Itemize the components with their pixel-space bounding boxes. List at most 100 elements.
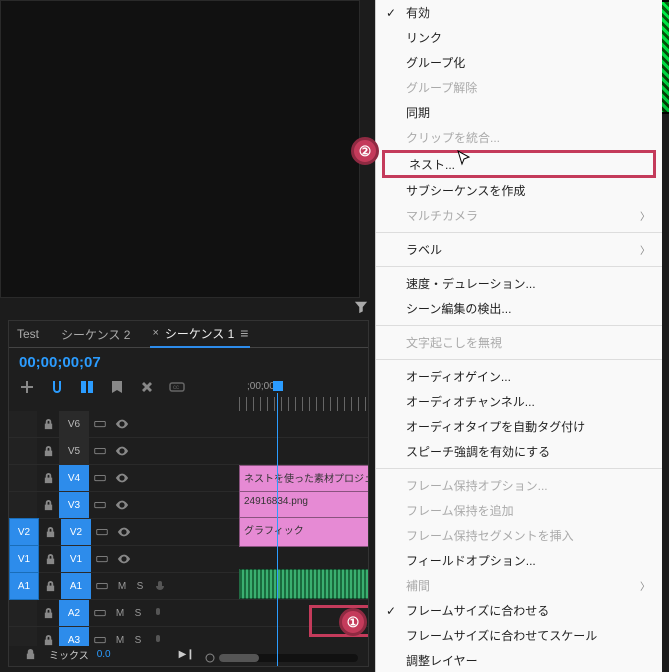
lock-icon[interactable] — [39, 527, 61, 538]
track-label[interactable]: A1 — [61, 573, 91, 599]
source-target[interactable] — [9, 627, 37, 646]
settings-icon[interactable] — [139, 379, 155, 395]
eye-icon[interactable] — [111, 498, 133, 512]
lock-icon[interactable] — [37, 608, 59, 619]
menu-merge: クリップを統合... — [376, 125, 662, 150]
playhead-handle[interactable] — [273, 381, 283, 391]
source-target[interactable] — [9, 600, 37, 626]
source-target[interactable]: V1 — [9, 545, 39, 573]
solo-button[interactable]: S — [131, 581, 149, 592]
eye-icon[interactable] — [111, 444, 133, 458]
source-target[interactable]: A1 — [9, 572, 39, 600]
voiceover-icon[interactable] — [149, 580, 171, 592]
track-label[interactable]: V5 — [59, 438, 89, 464]
mix-value[interactable]: 0.0 — [97, 649, 111, 660]
eye-icon[interactable] — [111, 471, 133, 485]
toggle-output-icon[interactable] — [89, 606, 111, 620]
playhead-line[interactable] — [277, 393, 278, 666]
lock-icon[interactable] — [37, 473, 59, 484]
lock-icon[interactable] — [37, 419, 59, 430]
lock-icon[interactable] — [37, 635, 59, 646]
menu-link[interactable]: リンク — [376, 25, 662, 50]
menu-adjlayer[interactable]: 調整レイヤー — [376, 648, 662, 672]
horizontal-scrollbar[interactable] — [219, 654, 358, 662]
menu-audiogain[interactable]: オーディオゲイン... — [376, 364, 662, 389]
time-ruler[interactable]: ;00;00 — [239, 381, 368, 411]
menu-scaleframe[interactable]: フレームサイズに合わせてスケール — [376, 623, 662, 648]
toggle-output-icon[interactable] — [89, 471, 111, 485]
voiceover-icon[interactable] — [147, 607, 169, 619]
menu-ungroup: グループ解除 — [376, 75, 662, 100]
panel-menu-icon[interactable]: ≡ — [240, 325, 248, 341]
eye-icon[interactable] — [111, 417, 133, 431]
menu-subsequence[interactable]: サブシーケンスを作成 — [376, 178, 662, 203]
mouse-cursor-icon — [457, 150, 473, 169]
menu-fitframe[interactable]: ✓フレームサイズに合わせる — [376, 598, 662, 623]
track-label[interactable]: A3 — [59, 627, 89, 646]
toggle-output-icon[interactable] — [89, 444, 111, 458]
menu-nest[interactable]: ネスト... — [382, 150, 656, 178]
solo-button[interactable]: S — [129, 608, 147, 619]
play-icon[interactable]: ▶❙ — [179, 649, 195, 660]
lock-icon[interactable] — [37, 446, 59, 457]
filter-icon[interactable] — [354, 300, 368, 314]
current-timecode[interactable]: 00;00;00;07 — [9, 348, 368, 377]
source-target[interactable] — [9, 411, 37, 437]
toggle-output-icon[interactable] — [89, 633, 111, 646]
menu-scenedetect[interactable]: シーン編集の検出... — [376, 296, 662, 321]
source-target[interactable] — [9, 492, 37, 518]
insert-icon[interactable] — [19, 379, 35, 395]
menu-fieldopt[interactable]: フィールドオプション... — [376, 548, 662, 573]
program-monitor — [0, 0, 360, 298]
close-icon[interactable]: × — [152, 327, 158, 339]
toggle-output-icon[interactable] — [91, 579, 113, 593]
track-label[interactable]: V4 — [59, 465, 89, 491]
toggle-output-icon[interactable] — [89, 498, 111, 512]
lock-icon[interactable] — [39, 554, 61, 565]
linked-selection-icon[interactable] — [79, 379, 95, 395]
menu-speed[interactable]: 速度・デュレーション... — [376, 271, 662, 296]
menu-speech[interactable]: スピーチ強調を有効にする — [376, 439, 662, 464]
track-label[interactable]: V6 — [59, 411, 89, 437]
annotation-badge-2: ② — [351, 137, 379, 165]
caption-icon[interactable]: cc — [169, 379, 185, 395]
menu-sync[interactable]: 同期 — [376, 100, 662, 125]
source-target[interactable] — [9, 465, 37, 491]
track-label[interactable]: A2 — [59, 600, 89, 626]
menu-audiochannel[interactable]: オーディオチャンネル... — [376, 389, 662, 414]
tab-test[interactable]: Test — [15, 323, 41, 345]
solo-button[interactable]: S — [129, 635, 147, 646]
track-label[interactable]: V2 — [61, 519, 91, 545]
tab-seq2[interactable]: シーケンス 2 — [59, 322, 132, 347]
menu-interp: 補間〉 — [376, 573, 662, 598]
menu-enabled[interactable]: ✓有効 — [376, 0, 662, 25]
lock-icon[interactable] — [37, 500, 59, 511]
menu-multicam: マルチカメラ〉 — [376, 203, 662, 228]
tab-seq1[interactable]: × シーケンス 1 ≡ — [150, 321, 250, 348]
menu-audiotype[interactable]: オーディオタイプを自動タグ付け — [376, 414, 662, 439]
marker-icon[interactable] — [109, 379, 125, 395]
menu-label[interactable]: ラベル〉 — [376, 237, 662, 262]
clip-audio[interactable] — [239, 569, 368, 599]
zoom-out-icon[interactable] — [204, 652, 216, 664]
toggle-output-icon[interactable] — [89, 417, 111, 431]
track-label[interactable]: V3 — [59, 492, 89, 518]
eye-icon[interactable] — [113, 525, 135, 539]
voiceover-icon[interactable] — [147, 634, 169, 646]
clip-graphic[interactable]: グラフィック — [239, 517, 368, 547]
toggle-output-icon[interactable] — [91, 552, 113, 566]
source-target[interactable]: V2 — [9, 518, 39, 546]
menu-ignore-transcript: 文字起こしを無視 — [376, 330, 662, 355]
toggle-output-icon[interactable] — [91, 525, 113, 539]
mute-button[interactable]: M — [111, 608, 129, 619]
mute-button[interactable]: M — [113, 581, 131, 592]
mute-button[interactable]: M — [111, 635, 129, 646]
track-label[interactable]: V1 — [61, 546, 91, 572]
snap-icon[interactable] — [49, 379, 65, 395]
eye-icon[interactable] — [113, 552, 135, 566]
scrollbar-thumb[interactable] — [219, 654, 259, 662]
lock-icon[interactable] — [19, 649, 41, 660]
menu-group[interactable]: グループ化 — [376, 50, 662, 75]
source-target[interactable] — [9, 438, 37, 464]
lock-icon[interactable] — [39, 581, 61, 592]
